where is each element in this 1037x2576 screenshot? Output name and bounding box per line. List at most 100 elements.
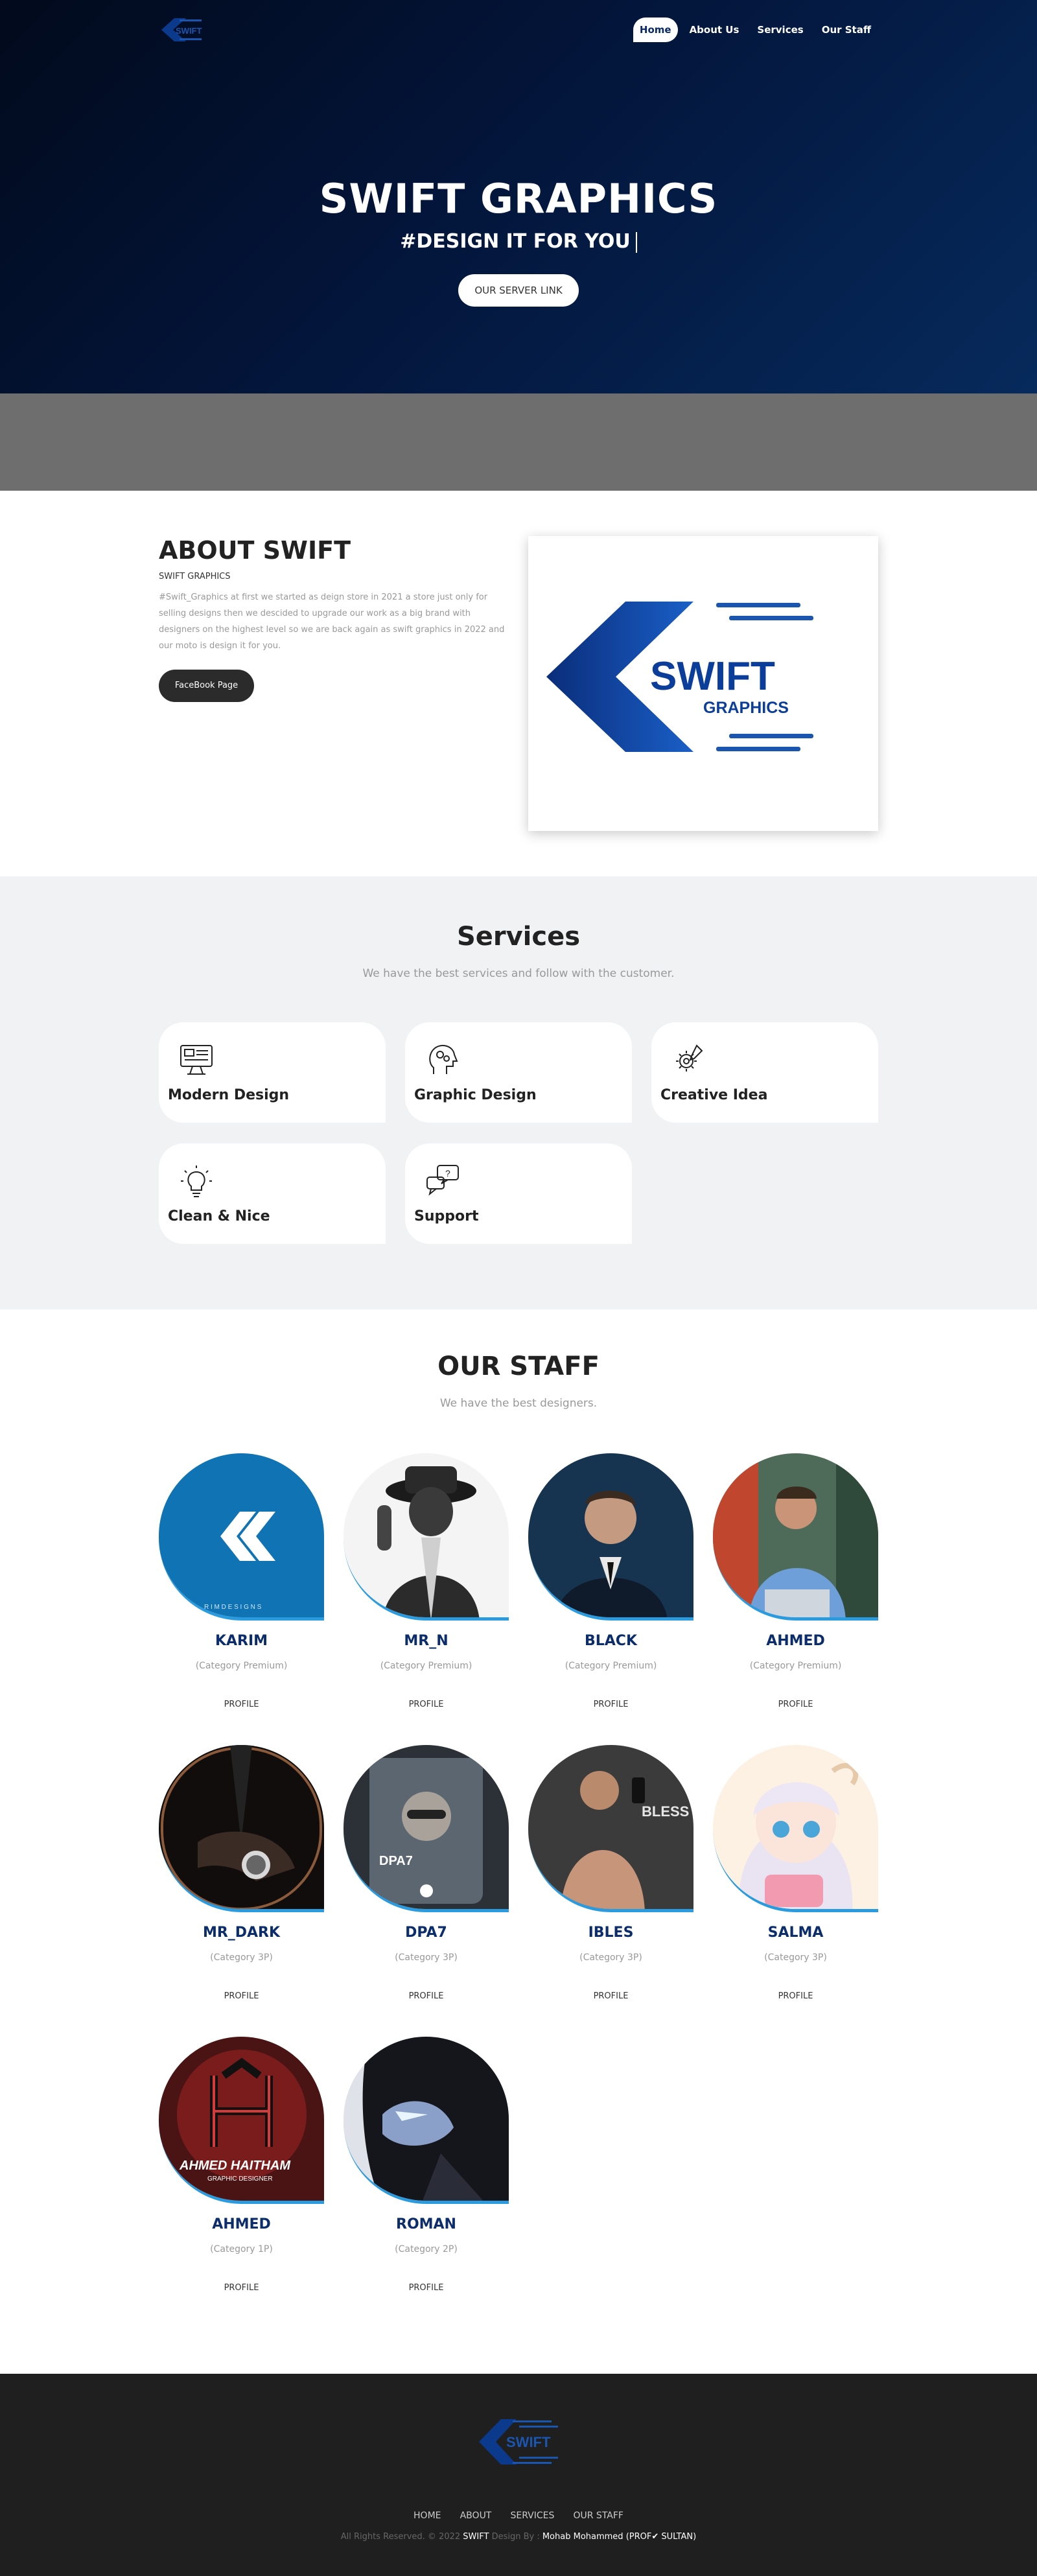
service-label: Creative Idea	[660, 1087, 768, 1103]
svg-text:SWIFT: SWIFT	[506, 2434, 551, 2450]
gear-pencil-icon	[676, 1044, 703, 1071]
service-card-graphic-design[interactable]: Graphic Design	[405, 1022, 632, 1123]
staff-name: MR_DARK	[202, 1925, 281, 1941]
staff-category: (Category 3P)	[210, 1952, 273, 1963]
profile-link[interactable]: PROFILE	[528, 1700, 693, 1709]
staff-card-salma: SALMA (Category 3P) PROFILE	[713, 1745, 878, 2004]
hero-title: SWIFT GRAPHICS	[319, 175, 718, 222]
nav-home[interactable]: Home	[633, 18, 678, 42]
svg-text:BLESS: BLESS	[642, 1803, 689, 1820]
footer-link-our-staff[interactable]: OUR STAFF	[573, 2511, 623, 2521]
service-label: Modern Design	[168, 1087, 290, 1103]
profile-link[interactable]: PROFILE	[344, 1700, 509, 1709]
copyright-brand: SWIFT	[463, 2532, 489, 2542]
ahmed-haitham-logo-image: AHMED HAITHAM GRAPHIC DESIGNER	[159, 2037, 324, 2201]
staff-name: MR_N	[404, 1633, 449, 1649]
staff-card-mr-n: MR_N (Category Premium) PROFILE	[344, 1453, 509, 1713]
staff-category: (Category Premium)	[749, 1661, 842, 1671]
nav-about-us[interactable]: About Us	[683, 18, 746, 42]
profile-link[interactable]: PROFILE	[344, 1991, 509, 2001]
hat-figure-image	[344, 1453, 509, 1617]
copyright-text: All Rights Reserved. © 2022	[340, 2532, 461, 2542]
support-chat-icon: ?	[426, 1165, 459, 1196]
staff-name: DPA7	[405, 1925, 447, 1941]
staff-card-mr-dark: MR_DARK (Category 3P) PROFILE	[159, 1745, 324, 2004]
lightbulb-icon	[181, 1165, 212, 1197]
anime-dark-hero-image	[344, 2037, 509, 2201]
server-link-button[interactable]: OUR SERVER LINK	[458, 274, 579, 307]
staff-name: IBLES	[588, 1925, 634, 1941]
profile-link[interactable]: PROFILE	[344, 2283, 509, 2293]
gym-selfie-image: BLESS	[528, 1745, 693, 1909]
about-section: ABOUT SWIFT SWIFT GRAPHICS #Swift_Graphi…	[0, 491, 1037, 876]
service-card-creative-idea[interactable]: Creative Idea	[651, 1022, 878, 1123]
footer-link-services[interactable]: SERVICES	[510, 2511, 554, 2521]
svg-text:DPA7: DPA7	[379, 1854, 413, 1868]
svg-text:SWIFT: SWIFT	[650, 654, 775, 699]
nav-our-staff[interactable]: Our Staff	[815, 18, 878, 42]
staff-category: (Category Premium)	[380, 1661, 472, 1671]
seated-portrait-image	[713, 1453, 878, 1617]
staff-name: AHMED	[212, 2216, 271, 2232]
profile-link[interactable]: PROFILE	[159, 1991, 324, 2001]
staff-category: (Category Premium)	[565, 1661, 657, 1671]
main-nav: Home About Us Services Our Staff	[633, 18, 878, 42]
nav-services[interactable]: Services	[751, 18, 810, 42]
footer-nav: HOME ABOUT SERVICES OUR STAFF	[0, 2509, 1037, 2521]
staff-category: (Category Premium)	[195, 1661, 288, 1671]
profile-link[interactable]: PROFILE	[159, 1700, 324, 1709]
profile-link[interactable]: PROFILE	[713, 1991, 878, 2001]
about-text: #Swift_Graphics at first we started as d…	[159, 592, 505, 651]
avatar	[713, 1745, 878, 1912]
avatar: AHMED HAITHAM GRAPHIC DESIGNER	[159, 2037, 324, 2204]
footer-link-about[interactable]: ABOUT	[460, 2511, 492, 2521]
staff-category: (Category 2P)	[395, 2244, 458, 2254]
design-by-label: Design By :	[491, 2532, 540, 2542]
suit-portrait-image	[528, 1453, 693, 1617]
staff-title: OUR STAFF	[437, 1352, 600, 1381]
staff-card-roman: ROMAN (Category 2P) PROFILE	[344, 2037, 509, 2296]
karim-logo-icon: R I M D E S I G N S	[159, 1453, 324, 1617]
profile-link[interactable]: PROFILE	[528, 1991, 693, 2001]
service-label: Support	[414, 1208, 479, 1224]
avatar	[344, 2037, 509, 2204]
facebook-page-button[interactable]: FaceBook Page	[159, 670, 254, 702]
staff-name: SALMA	[767, 1925, 824, 1941]
profile-link[interactable]: PROFILE	[713, 1700, 878, 1709]
service-card-modern-design[interactable]: Modern Design	[159, 1022, 386, 1123]
staff-name: ROMAN	[396, 2216, 456, 2232]
about-subtitle: SWIFT GRAPHICS	[159, 572, 231, 581]
head-gears-icon	[429, 1044, 458, 1074]
avatar: BLESS	[528, 1745, 693, 1912]
author-link[interactable]: Mohab Mohammed (PROF✔ SULTAN)	[542, 2532, 696, 2542]
footer-copyright: All Rights Reserved. © 2022 SWIFT Design…	[0, 2532, 1037, 2542]
staff-card-ahmed-haitham: AHMED HAITHAM GRAPHIC DESIGNER AHMED (Ca…	[159, 2037, 324, 2296]
typing-cursor	[635, 231, 637, 253]
hero-section: SWIFT Home About Us Services Our Staff S…	[0, 0, 1037, 393]
footer-swift-logo-icon[interactable]: SWIFT	[476, 2413, 561, 2471]
staff-name: KARIM	[215, 1633, 268, 1649]
staff-description: We have the best designers.	[439, 1397, 598, 1410]
avatar	[344, 1453, 509, 1621]
staff-category: (Category 3P)	[579, 1952, 642, 1963]
footer: SWIFT HOME ABOUT SERVICES OUR STAFF All …	[0, 2374, 1037, 2576]
monitor-design-icon	[180, 1045, 213, 1075]
about-title: ABOUT SWIFT	[159, 536, 351, 565]
anime-girl-image	[713, 1745, 878, 1909]
service-card-clean-nice[interactable]: Clean & Nice	[159, 1143, 386, 1244]
staff-name: AHMED	[766, 1633, 825, 1649]
staff-category: (Category 3P)	[764, 1952, 827, 1963]
staff-card-black: BLACK (Category Premium) PROFILE	[528, 1453, 693, 1713]
staff-card-karim: R I M D E S I G N S KARIM (Category Prem…	[159, 1453, 324, 1713]
profile-link[interactable]: PROFILE	[159, 2283, 324, 2293]
footer-link-home[interactable]: HOME	[414, 2511, 441, 2521]
hero-subtitle: #DESIGN IT FOR YOU	[0, 230, 1037, 253]
staff-name: BLACK	[584, 1633, 637, 1649]
service-label: Clean & Nice	[168, 1208, 270, 1224]
staff-card-ahmed: AHMED (Category Premium) PROFILE	[713, 1453, 878, 1713]
hero-subtitle-text: #DESIGN IT FOR YOU	[400, 230, 631, 253]
swift-logo-icon[interactable]: SWIFT	[160, 14, 205, 45]
service-card-support[interactable]: ? Support	[405, 1143, 632, 1244]
avatar: R I M D E S I G N S	[159, 1453, 324, 1621]
svg-text:GRAPHICS: GRAPHICS	[703, 699, 789, 717]
